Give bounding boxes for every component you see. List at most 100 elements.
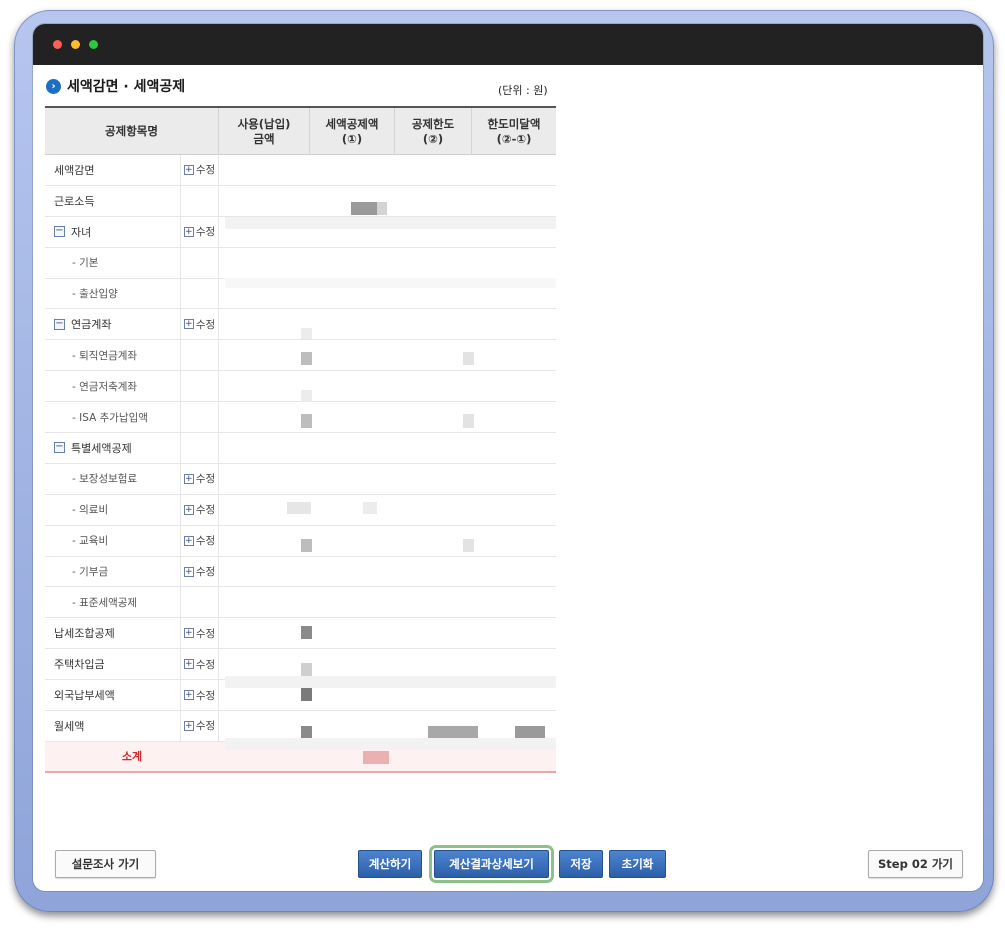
- row-label: 주택차입금: [45, 649, 180, 679]
- row-edit-cell: [180, 587, 219, 618]
- edit-link[interactable]: 수정: [196, 626, 215, 641]
- row-label-text: 특별세액공제: [71, 441, 132, 455]
- row-label: - 의료비: [45, 495, 180, 525]
- circle-arrow-right-icon: ›: [46, 78, 61, 94]
- row-label: 세액감면: [45, 155, 180, 185]
- plus-box-icon[interactable]: +: [183, 473, 194, 484]
- row-label: - 기부금: [45, 557, 180, 587]
- row-edit-cell: [180, 278, 219, 309]
- plus-box-icon[interactable]: +: [183, 164, 194, 175]
- row-label-text: 자녀: [71, 225, 92, 239]
- table-row: - 기본: [45, 247, 556, 279]
- row-label-text: 납세조합공제: [54, 627, 115, 641]
- calculate-button[interactable]: 계산하기: [358, 850, 422, 878]
- minus-box-icon[interactable]: −: [54, 226, 65, 238]
- row-label-text: - 의료비: [72, 504, 109, 517]
- edit-link[interactable]: 수정: [196, 317, 215, 332]
- minus-box-icon[interactable]: −: [54, 318, 65, 330]
- masked-value: [301, 726, 312, 738]
- tax-credit-table: 공제항목명 사용(납입) 금액 세액공제액 (①) 공제한도 (②) 한도미달액…: [45, 106, 556, 773]
- masked-value: [301, 626, 312, 639]
- minus-box-icon[interactable]: −: [54, 442, 65, 454]
- plus-box-icon[interactable]: +: [183, 535, 194, 546]
- column-header-shortfall: 한도미달액 (②-①): [487, 116, 541, 146]
- masked-value: [301, 328, 312, 339]
- reset-button[interactable]: 초기화: [609, 850, 666, 878]
- row-edit-cell: [180, 185, 219, 216]
- row-label-text: 월세액: [54, 719, 85, 733]
- row-label: - 연금저축계좌: [45, 371, 180, 401]
- masked-value: [428, 726, 478, 738]
- masked-value: [301, 539, 312, 552]
- row-edit-cell: [180, 433, 219, 463]
- row-label: - 기본: [45, 248, 180, 278]
- save-button[interactable]: 저장: [559, 850, 603, 878]
- row-edit-cell[interactable]: + 수정: [180, 680, 219, 711]
- edit-link[interactable]: 수정: [196, 657, 215, 672]
- result-detail-button[interactable]: 계산결과상세보기: [429, 845, 554, 883]
- plus-box-icon[interactable]: +: [183, 566, 194, 577]
- row-label-text: - 표준세액공제: [72, 596, 138, 609]
- minimize-window-icon[interactable]: [71, 40, 80, 49]
- row-edit-cell[interactable]: + 수정: [180, 525, 219, 556]
- edit-link[interactable]: 수정: [196, 564, 215, 579]
- row-edit-cell[interactable]: + 수정: [180, 711, 219, 741]
- row-label: - 퇴직연금계좌: [45, 340, 180, 370]
- row-edit-cell[interactable]: + 수정: [180, 155, 219, 185]
- table-body: 세액감면 + 수정 근로소득 − 자녀 + 수정 - 기본 - 출산입양 − 연금계좌 + 수정 - 퇴직연…: [45, 155, 556, 742]
- close-window-icon[interactable]: [53, 40, 62, 49]
- row-label: - ISA 추가납입액: [45, 402, 180, 432]
- row-label: − 연금계좌: [45, 309, 180, 339]
- row-label: 월세액: [45, 711, 180, 741]
- row-edit-cell[interactable]: + 수정: [180, 649, 219, 680]
- row-label-text: 근로소득: [54, 194, 95, 208]
- plus-box-icon[interactable]: +: [183, 319, 194, 330]
- masked-value: [301, 663, 312, 676]
- edit-link[interactable]: 수정: [196, 471, 215, 486]
- masked-value: [225, 217, 556, 229]
- masked-value: [351, 202, 377, 215]
- masked-value: [377, 202, 387, 215]
- edit-link[interactable]: 수정: [196, 718, 215, 733]
- plus-box-icon[interactable]: +: [183, 504, 194, 515]
- row-label: 납세조합공제: [45, 618, 180, 648]
- row-edit-cell[interactable]: + 수정: [180, 556, 219, 587]
- row-edit-cell[interactable]: + 수정: [180, 216, 219, 247]
- edit-link[interactable]: 수정: [196, 162, 215, 177]
- edit-link[interactable]: 수정: [196, 502, 215, 517]
- edit-link[interactable]: 수정: [196, 688, 215, 703]
- subtotal-label: 소계: [121, 750, 143, 764]
- edit-link[interactable]: 수정: [196, 533, 215, 548]
- row-edit-cell[interactable]: + 수정: [180, 494, 219, 525]
- table-row: - 기부금 + 수정: [45, 556, 556, 588]
- masked-value: [363, 751, 389, 764]
- row-label: 근로소득: [45, 186, 180, 216]
- row-edit-cell: [180, 247, 219, 278]
- maximize-window-icon[interactable]: [89, 40, 98, 49]
- row-label: - 출산입양: [45, 279, 180, 309]
- next-step-button[interactable]: Step 02 가기: [868, 850, 963, 878]
- column-header-item: 공제항목명: [45, 108, 219, 155]
- plus-box-icon[interactable]: +: [183, 226, 194, 237]
- edit-link[interactable]: 수정: [196, 224, 215, 239]
- row-label: − 특별세액공제: [45, 433, 180, 463]
- row-edit-cell: [180, 340, 219, 371]
- section-title: 세액감면 · 세액공제: [67, 79, 186, 95]
- masked-value: [463, 352, 474, 365]
- plus-box-icon[interactable]: +: [183, 659, 194, 670]
- plus-box-icon[interactable]: +: [183, 690, 194, 701]
- row-edit-cell[interactable]: + 수정: [180, 618, 219, 649]
- survey-button[interactable]: 설문조사 가기: [55, 850, 156, 878]
- masked-value: [463, 414, 474, 428]
- column-header-limit: 공제한도 (②): [395, 108, 472, 155]
- unit-label: (단위 : 원): [498, 84, 548, 97]
- plus-box-icon[interactable]: +: [183, 628, 194, 639]
- section-heading: › 세액감면 · 세액공제: [46, 76, 185, 96]
- masked-value: [225, 278, 556, 288]
- row-label-text: 세액감면: [54, 163, 95, 177]
- plus-box-icon[interactable]: +: [183, 720, 194, 731]
- row-edit-cell[interactable]: + 수정: [180, 309, 219, 340]
- row-edit-cell: [180, 371, 219, 402]
- row-edit-cell[interactable]: + 수정: [180, 463, 219, 494]
- masked-value: [225, 676, 556, 688]
